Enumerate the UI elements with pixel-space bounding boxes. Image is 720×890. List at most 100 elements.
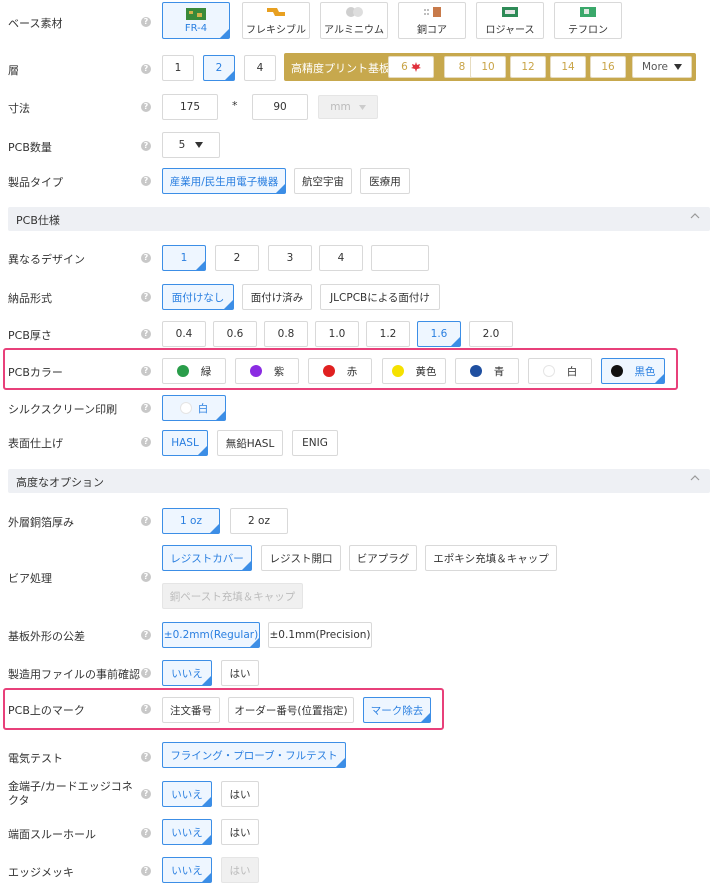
material-fr4[interactable]: FR-4	[162, 2, 230, 39]
design-option[interactable]: 2	[215, 245, 259, 271]
mark-option[interactable]: 注文番号	[162, 697, 220, 723]
help-icon[interactable]: ?	[141, 704, 151, 714]
pcb-qty-label: PCB数量	[8, 141, 52, 154]
material-teflon[interactable]: テフロン	[554, 2, 622, 39]
castellated-option[interactable]: はい	[221, 819, 259, 845]
copper-option[interactable]: 2 oz	[230, 508, 288, 534]
help-icon[interactable]: ?	[141, 366, 151, 376]
help-icon[interactable]: ?	[141, 668, 151, 678]
material-copper-core[interactable]: 銅コア	[398, 2, 466, 39]
color-option-yellow[interactable]: 黄色	[382, 358, 446, 384]
designs-label: 異なるデザイン	[8, 253, 85, 266]
height-input[interactable]: 90	[252, 94, 308, 120]
help-icon[interactable]: ?	[141, 292, 151, 302]
finish-option[interactable]: 無鉛HASL	[217, 430, 283, 456]
confirm-option[interactable]: いいえ	[162, 660, 212, 686]
thickness-option[interactable]: 1.6	[417, 321, 461, 347]
help-icon[interactable]: ?	[141, 752, 151, 762]
more-layers-button[interactable]: More	[632, 56, 692, 78]
color-option-blue[interactable]: 青	[455, 358, 519, 384]
castellated-option[interactable]: いいえ	[162, 819, 212, 845]
via-option[interactable]: ビアプラグ	[349, 545, 417, 571]
help-icon[interactable]: ?	[141, 630, 151, 640]
help-icon[interactable]: ?	[141, 176, 151, 186]
copper-option[interactable]: 1 oz	[162, 508, 220, 534]
pcb-qty-select[interactable]: 5	[162, 132, 220, 158]
hdi-layer-option[interactable]: 10	[470, 56, 506, 78]
hdi-layer-option[interactable]: 6	[388, 56, 434, 78]
edge-option[interactable]: はい	[221, 857, 259, 883]
help-icon[interactable]: ?	[141, 572, 151, 582]
help-icon[interactable]: ?	[141, 253, 151, 263]
help-icon[interactable]: ?	[141, 141, 151, 151]
hdi-layer-option[interactable]: 14	[550, 56, 586, 78]
help-icon[interactable]: ?	[141, 828, 151, 838]
finish-option[interactable]: HASL	[162, 430, 208, 456]
layer-option[interactable]: 4	[244, 55, 276, 81]
via-option-disabled[interactable]: 銅ペースト充填＆キャップ	[162, 583, 303, 609]
thickness-option[interactable]: 0.4	[162, 321, 206, 347]
thickness-option[interactable]: 0.8	[264, 321, 308, 347]
hdi-layer-option[interactable]: 16	[590, 56, 626, 78]
mark-label: PCB上のマーク	[8, 704, 85, 717]
material-aluminum[interactable]: アルミニウム	[320, 2, 388, 39]
copper-label: 外層銅箔厚み	[8, 516, 74, 529]
width-input[interactable]: 175	[162, 94, 218, 120]
via-option[interactable]: エポキシ充填＆キャップ	[425, 545, 557, 571]
color-option-black[interactable]: 黒色	[601, 358, 665, 384]
design-option[interactable]: 4	[319, 245, 363, 271]
hdi-layer-option[interactable]: 12	[510, 56, 546, 78]
silk-option-white[interactable]: 白	[162, 395, 226, 421]
gold-option[interactable]: はい	[221, 781, 259, 807]
gold-option[interactable]: いいえ	[162, 781, 212, 807]
thickness-option[interactable]: 0.6	[213, 321, 257, 347]
thickness-option[interactable]: 2.0	[469, 321, 513, 347]
delivery-option[interactable]: 面付けなし	[162, 284, 234, 310]
confirm-option[interactable]: はい	[221, 660, 259, 686]
help-icon[interactable]: ?	[141, 17, 151, 27]
thickness-label: PCB厚さ	[8, 329, 52, 342]
thickness-option[interactable]: 1.0	[315, 321, 359, 347]
unit-select[interactable]: mm	[318, 95, 378, 119]
section-pcb-spec[interactable]: PCB仕様	[8, 207, 710, 231]
flex-board-icon	[267, 8, 285, 16]
layer-option[interactable]: 1	[162, 55, 194, 81]
finish-option[interactable]: ENIG	[292, 430, 338, 456]
design-option[interactable]: 1	[162, 245, 206, 271]
section-advanced[interactable]: 高度なオプション	[8, 469, 710, 493]
tolerance-option[interactable]: ±0.2mm(Regular)	[162, 622, 260, 648]
etest-option[interactable]: フライング・プローブ・フルテスト	[162, 742, 346, 768]
help-icon[interactable]: ?	[141, 329, 151, 339]
thickness-option[interactable]: 1.2	[366, 321, 410, 347]
color-option-purple[interactable]: 紫	[235, 358, 299, 384]
material-rogers[interactable]: ロジャース	[476, 2, 544, 39]
product-type-option[interactable]: 産業用/民生用電子機器	[162, 168, 286, 194]
help-icon[interactable]: ?	[141, 437, 151, 447]
product-type-option[interactable]: 医療用	[360, 168, 410, 194]
product-type-option[interactable]: 航空宇宙	[294, 168, 352, 194]
color-option-green[interactable]: 緑	[162, 358, 226, 384]
via-option[interactable]: レジストカバー	[162, 545, 252, 571]
help-icon[interactable]: ?	[141, 403, 151, 413]
color-option-white[interactable]: 白	[528, 358, 592, 384]
mark-option[interactable]: オーダー番号(位置指定)	[228, 697, 354, 723]
design-option[interactable]: 3	[268, 245, 312, 271]
edge-option[interactable]: いいえ	[162, 857, 212, 883]
help-icon[interactable]: ?	[141, 516, 151, 526]
via-option[interactable]: レジスト開口	[261, 545, 341, 571]
chevron-up-icon[interactable]	[690, 211, 700, 221]
delivery-option[interactable]: 面付け済み	[242, 284, 312, 310]
layer-option[interactable]: 2	[203, 55, 235, 81]
color-swatch	[610, 365, 623, 377]
help-icon[interactable]: ?	[141, 789, 151, 799]
chevron-up-icon[interactable]	[690, 473, 700, 483]
color-option-red[interactable]: 赤	[308, 358, 372, 384]
design-custom-input[interactable]	[371, 245, 429, 271]
help-icon[interactable]: ?	[141, 64, 151, 74]
help-icon[interactable]: ?	[141, 866, 151, 876]
material-flex[interactable]: フレキシブル	[242, 2, 310, 39]
tolerance-option[interactable]: ±0.1mm(Precision)	[268, 622, 372, 648]
help-icon[interactable]: ?	[141, 102, 151, 112]
mark-option[interactable]: マーク除去	[363, 697, 431, 723]
delivery-option[interactable]: JLCPCBによる面付け	[320, 284, 440, 310]
